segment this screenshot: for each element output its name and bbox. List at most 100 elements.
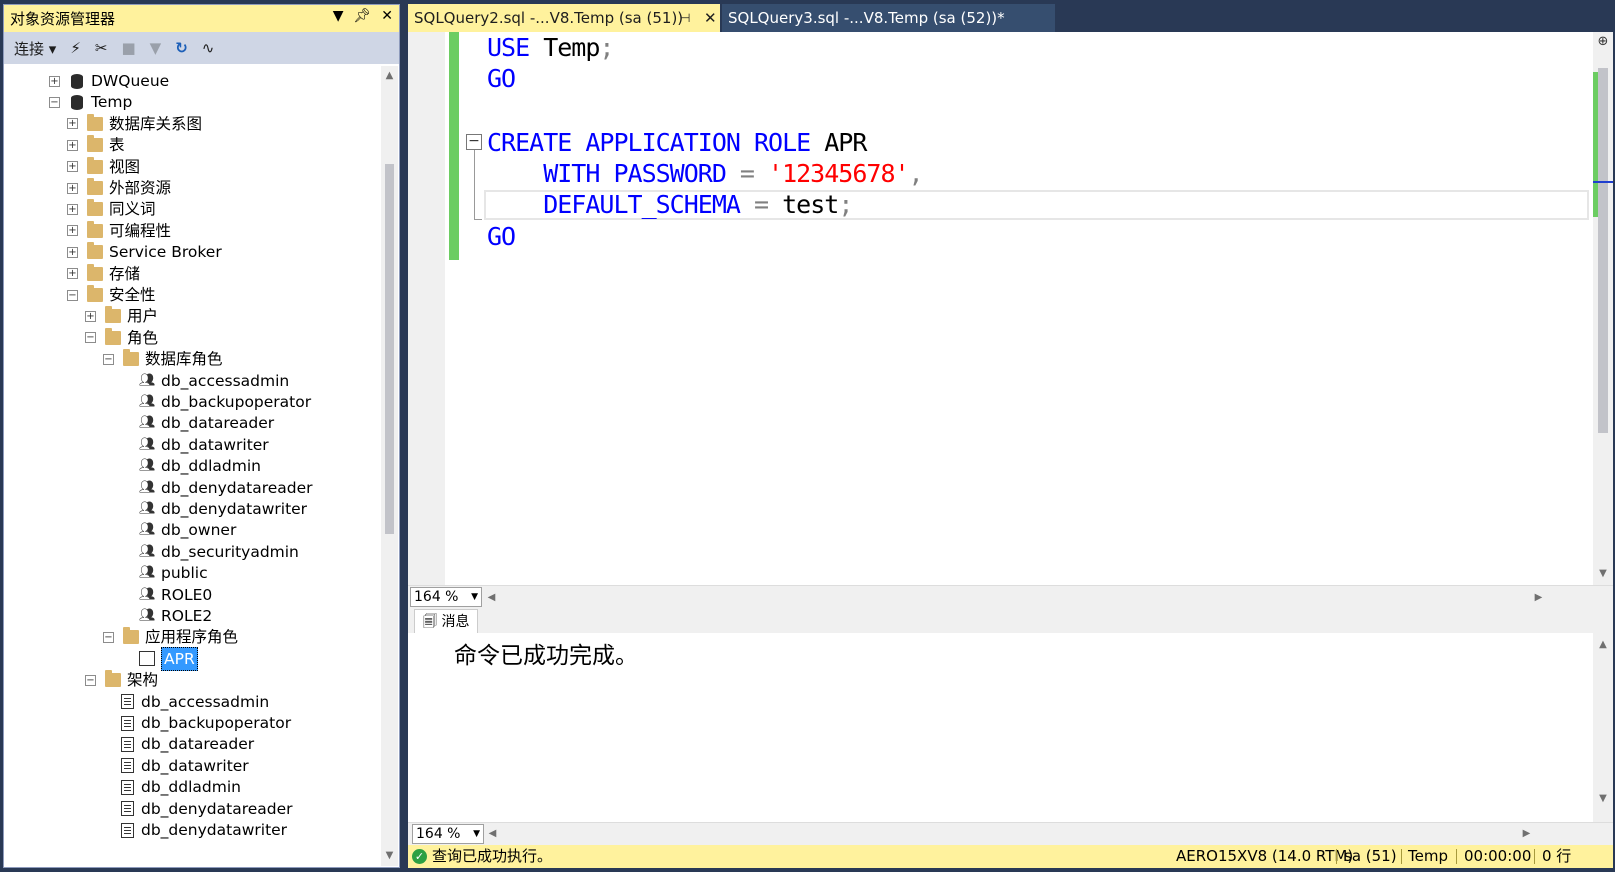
- tree-node[interactable]: − 角色: [85, 327, 158, 349]
- scroll-up-icon[interactable]: ▲: [1593, 639, 1613, 650]
- tab-messages[interactable]: 🗐︎ 消息: [414, 609, 479, 633]
- tree-node[interactable]: 👥︎ ROLE0: [139, 584, 212, 606]
- sql-editor[interactable]: − USE Temp; GO CREATE APPLICATION ROLE APR…: [408, 32, 1613, 585]
- collapse-icon[interactable]: −: [85, 674, 96, 686]
- tree-node[interactable]: − Temp: [49, 91, 132, 113]
- expand-icon[interactable]: +: [67, 118, 78, 130]
- object-explorer-scrollbar[interactable]: ▲ ▼: [381, 66, 398, 866]
- expand-icon[interactable]: +: [67, 203, 78, 215]
- activity-monitor-icon[interactable]: ∿: [202, 39, 215, 57]
- results-scrollbar[interactable]: ▲ ▼: [1593, 633, 1613, 822]
- collapse-icon[interactable]: −: [67, 289, 78, 301]
- tab-sqlquery3[interactable]: SQLQuery3.sql -...V8.Temp (sa (52))*: [722, 4, 1055, 32]
- tree-node-label: db_datawriter: [161, 435, 269, 454]
- expand-icon[interactable]: +: [67, 182, 78, 194]
- expand-icon[interactable]: +: [67, 139, 78, 151]
- tab-sqlquery2[interactable]: SQLQuery2.sql -...V8.Temp (sa (51)) ⊣ ✕: [408, 4, 720, 32]
- collapse-icon[interactable]: −: [49, 96, 60, 108]
- scrollbar-thumb[interactable]: [1598, 68, 1608, 433]
- scroll-right-icon[interactable]: ▶: [1518, 828, 1535, 839]
- tree-node[interactable]: − 数据库角色: [103, 348, 223, 370]
- split-icon[interactable]: ⊕: [1593, 34, 1613, 49]
- tree-node[interactable]: + 可编程性: [67, 220, 171, 242]
- tree-node[interactable]: 👥︎ db_accessadmin: [139, 370, 289, 392]
- expand-icon[interactable]: +: [49, 75, 60, 87]
- stop-icon[interactable]: ■: [121, 39, 135, 57]
- pin-icon[interactable]: ⊣: [680, 4, 690, 32]
- tree-node[interactable]: + 外部资源: [67, 177, 171, 199]
- database-icon: [71, 73, 83, 89]
- expand-icon[interactable]: +: [67, 268, 78, 280]
- code-token: GO: [487, 64, 516, 93]
- scroll-down-icon[interactable]: ▼: [381, 850, 398, 861]
- scrollbar-thumb[interactable]: [385, 164, 394, 534]
- filter-icon[interactable]: ▼: [150, 39, 162, 57]
- role-icon: 👥︎: [139, 479, 156, 495]
- editor-scrollbar[interactable]: ⊕ ▼: [1593, 32, 1613, 585]
- object-explorer-panel: 对象资源管理器 ▼ 📌︎ ✕ 连接 ▾ ⚡ ✂ ■ ▼ ↻ ∿ + DWQueue…: [3, 4, 400, 868]
- tree-node[interactable]: db_denydatareader: [121, 798, 293, 820]
- tree-node[interactable]: 👥︎ db_owner: [139, 519, 236, 541]
- messages-icon: 🗐︎: [423, 614, 437, 630]
- tree-node[interactable]: 👥︎ public: [139, 562, 208, 584]
- tree-node[interactable]: 👥︎ ROLE2: [139, 605, 212, 627]
- scroll-left-icon[interactable]: ◀: [484, 828, 501, 839]
- dropdown-arrow-icon[interactable]: ▼: [333, 8, 344, 24]
- scroll-down-icon[interactable]: ▼: [1593, 568, 1613, 579]
- tree-node[interactable]: db_datawriter: [121, 755, 249, 777]
- tree-node[interactable]: + 视图: [67, 156, 140, 178]
- tree-node[interactable]: db_accessadmin: [121, 691, 269, 713]
- tree-node[interactable]: 👥︎ db_ddladmin: [139, 455, 261, 477]
- tree-node[interactable]: + 存储: [67, 263, 140, 285]
- tree-node[interactable]: 👥︎ db_denydatareader: [139, 477, 313, 499]
- close-icon[interactable]: ✕: [381, 8, 393, 24]
- tree-node[interactable]: − 架构: [85, 669, 158, 691]
- tree-node[interactable]: 👥︎ db_datawriter: [139, 434, 269, 456]
- code-line: GO: [487, 63, 516, 95]
- tree-node-label: 可编程性: [109, 221, 172, 240]
- expand-icon[interactable]: +: [67, 225, 78, 237]
- tree-node[interactable]: 👥︎ db_denydatawriter: [139, 498, 307, 520]
- tree-node[interactable]: − 安全性: [67, 284, 156, 306]
- collapse-icon[interactable]: −: [466, 134, 482, 150]
- tree-node[interactable]: + DWQueue: [49, 70, 169, 92]
- close-tab-icon[interactable]: ✕: [704, 4, 717, 32]
- tree-node[interactable]: + 数据库关系图: [67, 113, 202, 135]
- status-bar: ✓ 查询已成功执行。 AERO15XV8 (14.0 RTM) sa (51) …: [408, 845, 1613, 868]
- connect-button[interactable]: 连接 ▾: [14, 38, 56, 59]
- editor-zoom-select[interactable]: 164 % ▼: [410, 587, 482, 607]
- expand-icon[interactable]: +: [85, 310, 96, 322]
- tree-node[interactable]: 👥︎ db_backupoperator: [139, 391, 311, 413]
- results-zoom-select[interactable]: 164 % ▼: [412, 824, 484, 844]
- tree-node[interactable]: db_backupoperator: [121, 712, 291, 734]
- zoom-value: 164 %: [416, 826, 461, 842]
- collapse-icon[interactable]: −: [103, 353, 114, 365]
- tree-node-label: Service Broker: [109, 243, 222, 262]
- tree-node[interactable]: APR: [139, 646, 198, 671]
- connect-plug-icon[interactable]: ⚡: [70, 39, 81, 57]
- scroll-right-icon[interactable]: ▶: [1530, 592, 1547, 603]
- scroll-left-icon[interactable]: ◀: [483, 592, 500, 603]
- tree-node[interactable]: − 应用程序角色: [103, 626, 238, 648]
- collapse-icon[interactable]: −: [103, 631, 114, 643]
- tree-node[interactable]: 👥︎ db_datareader: [139, 412, 274, 434]
- tree-node[interactable]: 👥︎ db_securityadmin: [139, 541, 299, 563]
- scroll-up-icon[interactable]: ▲: [381, 70, 398, 81]
- refresh-icon[interactable]: ↻: [175, 39, 188, 57]
- tree-node-label: ROLE0: [161, 585, 213, 604]
- expand-icon[interactable]: +: [67, 246, 78, 258]
- tree-node[interactable]: db_datareader: [121, 733, 254, 755]
- pin-icon[interactable]: 📌︎: [353, 8, 371, 24]
- zoom-value: 164 %: [414, 589, 459, 605]
- tree-node[interactable]: db_ddladmin: [121, 776, 241, 798]
- tree-node[interactable]: + 表: [67, 134, 125, 156]
- tree-node[interactable]: + 用户: [85, 305, 158, 327]
- disconnect-icon[interactable]: ✂: [95, 39, 108, 57]
- tree-node[interactable]: db_denydatawriter: [121, 819, 287, 841]
- tree-node[interactable]: + 同义词: [67, 198, 156, 220]
- collapse-icon[interactable]: −: [85, 332, 96, 344]
- code-token: WITH PASSWORD: [487, 159, 727, 188]
- scroll-down-icon[interactable]: ▼: [1593, 793, 1613, 804]
- expand-icon[interactable]: +: [67, 161, 78, 173]
- tree-node[interactable]: + Service Broker: [67, 241, 222, 263]
